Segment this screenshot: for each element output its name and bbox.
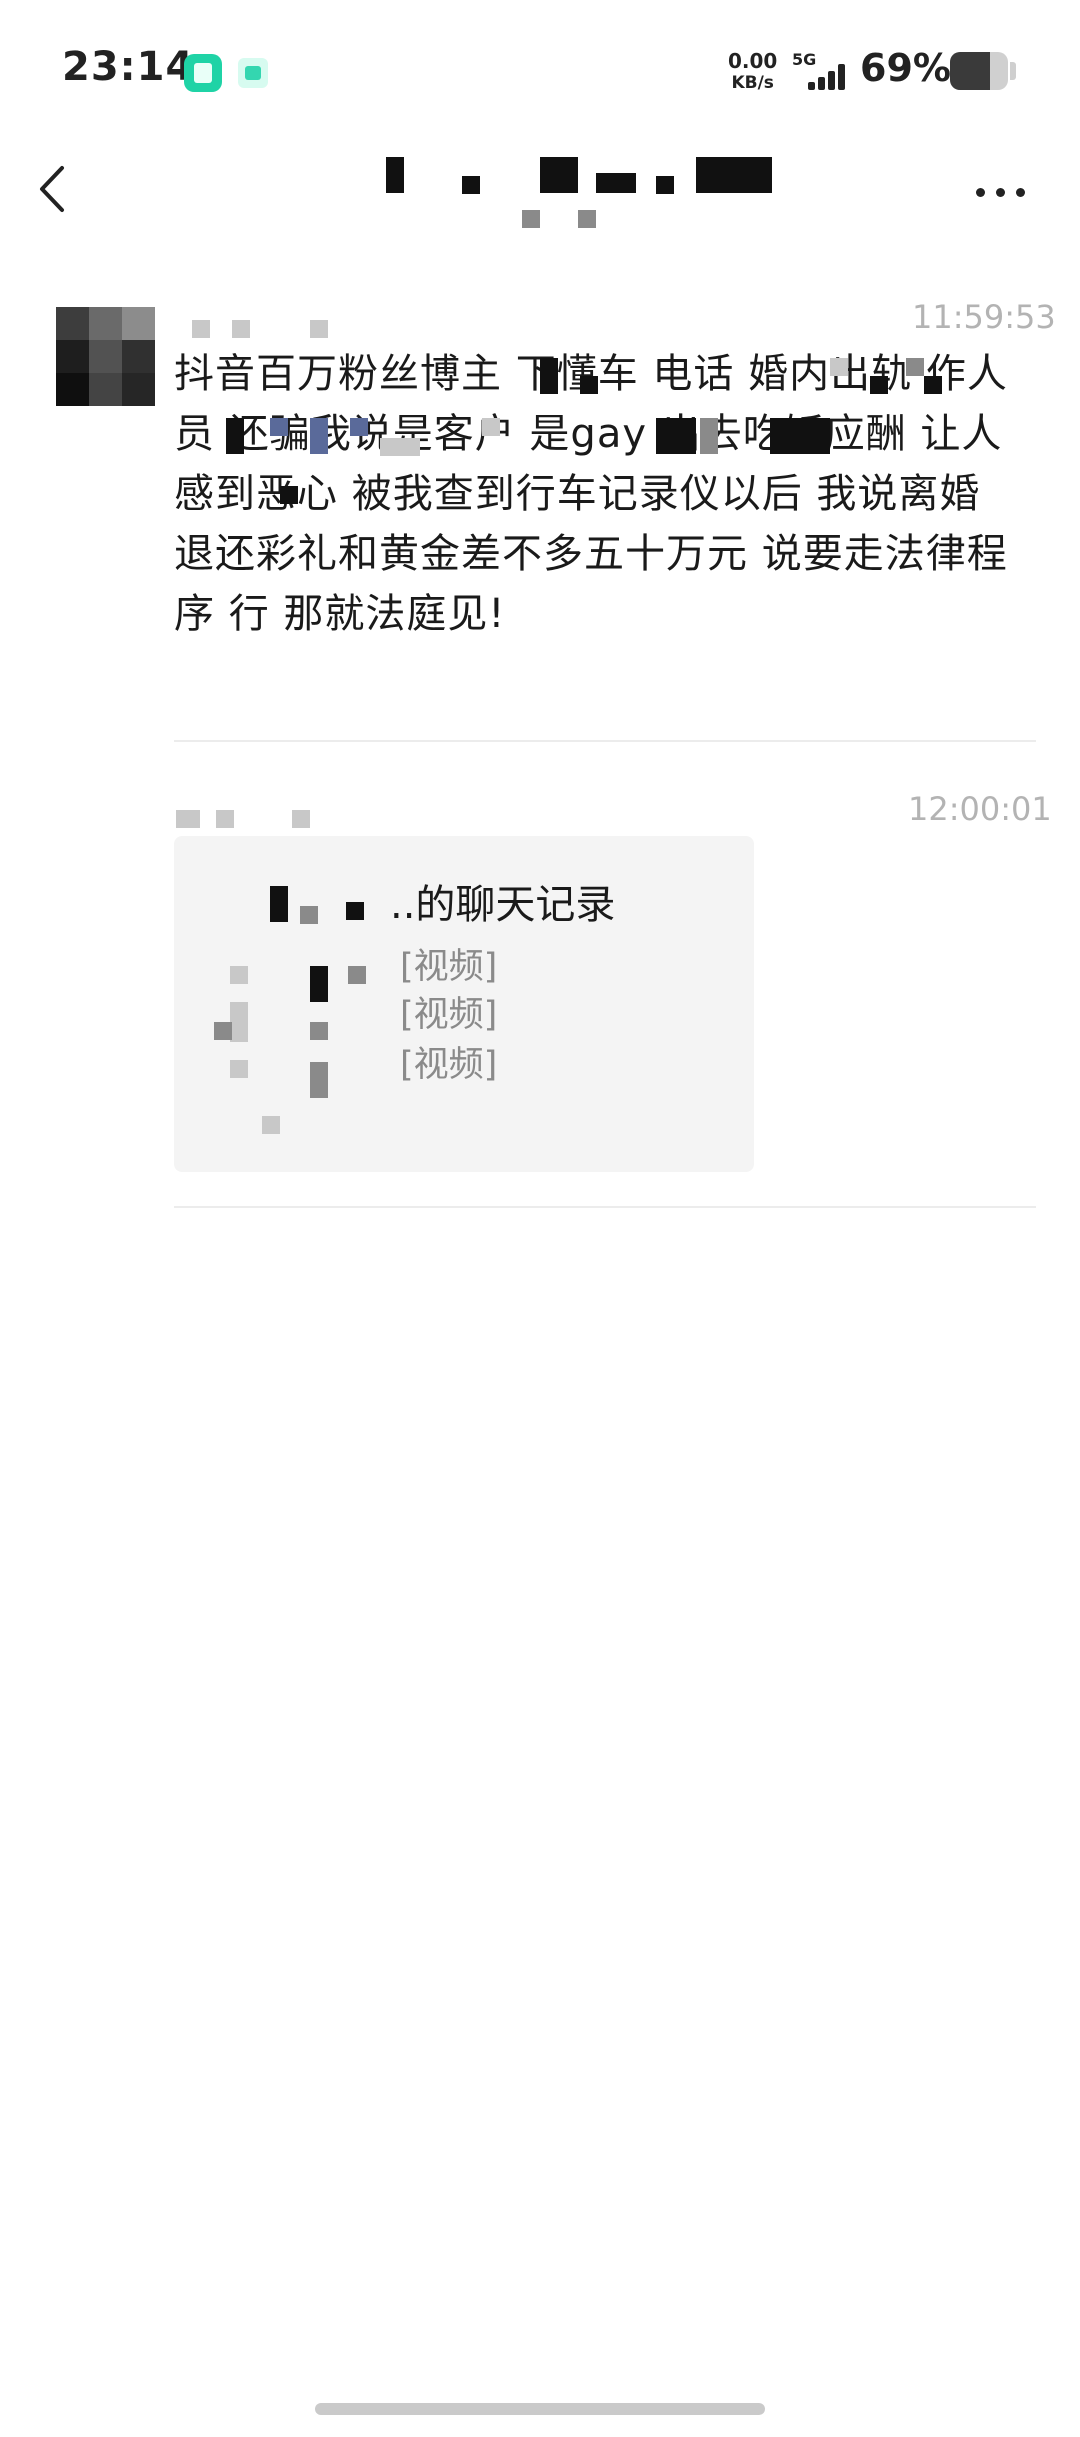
card-title: ..的聊天记录: [390, 882, 616, 928]
message-timestamp: 12:00:01: [908, 790, 1052, 828]
network-speed: 0.00 KB/s: [728, 50, 777, 94]
chevron-left-icon[interactable]: [30, 156, 78, 222]
app-notification-icon: [184, 54, 222, 92]
avatar[interactable]: [56, 307, 155, 406]
clock: 23:14: [62, 44, 195, 90]
chat-header: [0, 140, 1080, 250]
message-divider: [174, 740, 1036, 742]
card-line: [视频]: [400, 995, 498, 1035]
signal-icon: [808, 62, 852, 90]
card-line: [视频]: [400, 1045, 498, 1085]
message-divider: [174, 1206, 1036, 1208]
network-speed-value: 0.00: [728, 49, 778, 73]
chat-record-card[interactable]: ..的聊天记录 [视频] [视频] [视频]: [174, 836, 754, 1172]
battery-percent: 69%: [860, 46, 951, 90]
more-horizontal-icon[interactable]: [972, 170, 1032, 214]
battery-icon: [950, 52, 1008, 90]
home-indicator[interactable]: [315, 2403, 765, 2415]
message-timestamp: 11:59:53: [912, 298, 1056, 336]
card-line: [视频]: [400, 947, 498, 987]
app-notification-icon-2: [238, 58, 268, 88]
battery-tip: [1010, 62, 1016, 80]
network-speed-unit: KB/s: [731, 73, 774, 93]
status-bar: 23:14 0.00 KB/s 5G 69%: [0, 0, 1080, 140]
redacted-sender-name: [178, 312, 338, 342]
